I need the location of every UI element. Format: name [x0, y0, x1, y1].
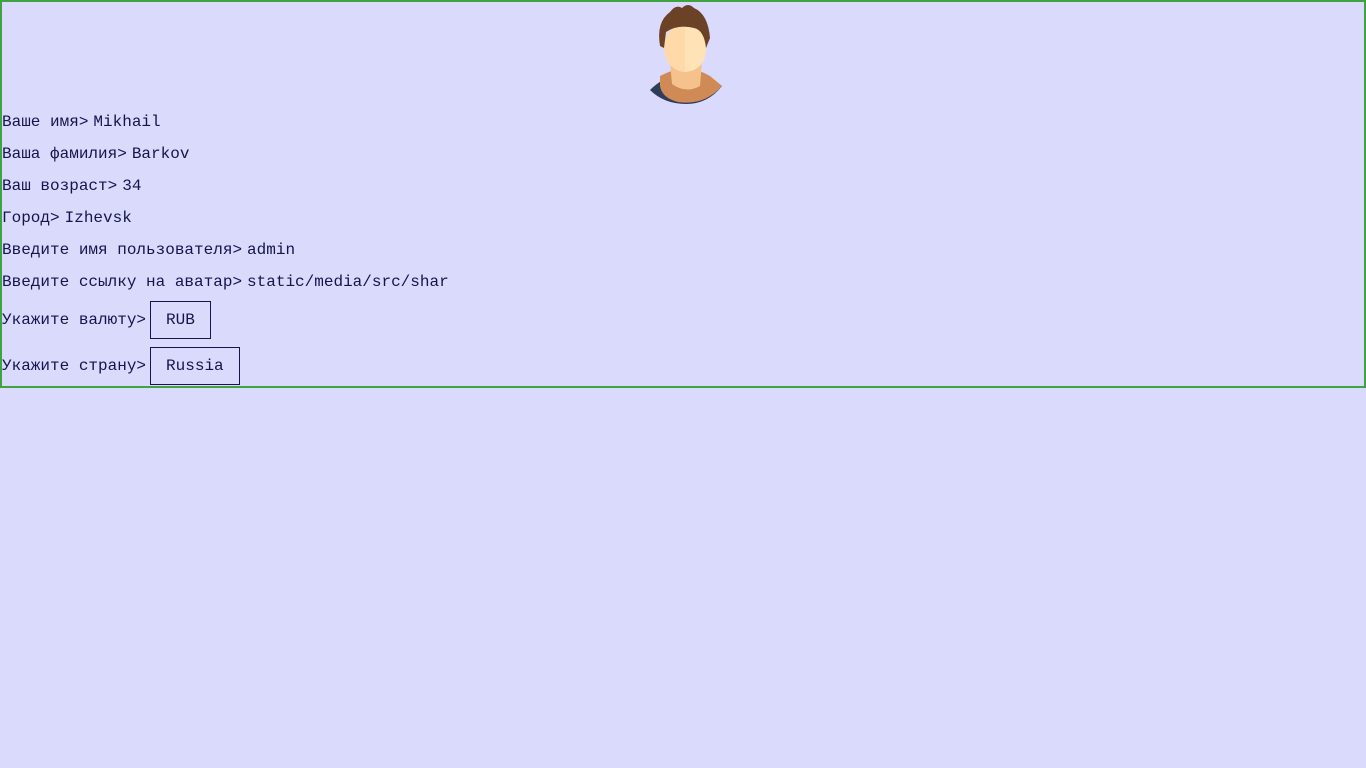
avatar-link-value[interactable]: static/media/src/shar — [247, 273, 449, 291]
user-avatar-icon — [650, 5, 722, 104]
country-label: Укажите страну> — [2, 357, 147, 376]
first-name-label: Ваше имя> — [2, 113, 89, 131]
last-name-label: Ваша фамилия> — [2, 145, 127, 163]
first-name-value[interactable]: Mikhail — [93, 113, 160, 131]
country-row: Укажите страну> Russia — [2, 347, 240, 385]
first-name-row: Ваше имя> Mikhail — [2, 112, 161, 132]
last-name-row: Ваша фамилия> Barkov — [2, 144, 189, 164]
currency-button[interactable]: RUB — [150, 301, 211, 339]
city-label: Город> — [2, 209, 60, 227]
city-value[interactable]: Izhevsk — [65, 209, 132, 227]
username-row: Введите имя пользователя> admin — [2, 240, 295, 260]
age-label: Ваш возраст> — [2, 177, 118, 195]
currency-row: Укажите валюту> RUB — [2, 301, 211, 339]
country-button[interactable]: Russia — [150, 347, 240, 385]
currency-label: Укажите валюту> — [2, 311, 147, 330]
age-row: Ваш возраст> 34 — [2, 176, 141, 196]
avatar-link-row: Введите ссылку на аватар> static/media/sr… — [2, 272, 449, 292]
age-value[interactable]: 34 — [122, 177, 141, 195]
city-row: Город> Izhevsk — [2, 208, 132, 228]
username-value[interactable]: admin — [247, 241, 295, 259]
avatar-link-label: Введите ссылку на аватар> — [2, 273, 243, 291]
username-label: Введите имя пользователя> — [2, 241, 243, 259]
last-name-value[interactable]: Barkov — [132, 145, 190, 163]
profile-panel: Ваше имя> Mikhail Ваша фамилия> Barkov Ваш… — [0, 0, 1366, 388]
